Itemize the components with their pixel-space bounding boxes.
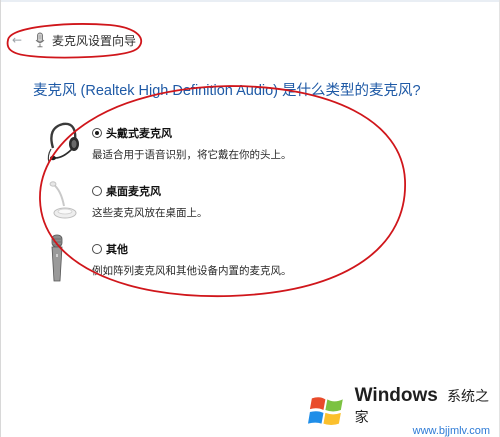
option-label: 其他	[106, 243, 128, 256]
option-headset[interactable]: 头戴式麦克风 最适合用于语音识别，将它戴在你的头上。	[92, 125, 292, 162]
option-description: 这些麦克风放在桌面上。	[92, 207, 208, 219]
microphone-icon	[35, 32, 45, 48]
wizard-title: 麦克风设置向导	[52, 33, 137, 48]
radio-button-headset[interactable]	[92, 128, 102, 138]
radio-button-other[interactable]	[92, 244, 102, 254]
back-button[interactable]: ←	[10, 33, 24, 47]
desktop-mic-icon	[49, 181, 77, 219]
question-heading: 麦克风 (Realtek High Definition Audio) 是什么类…	[33, 83, 421, 99]
wizard-header: ← 麦克风设置向导	[10, 30, 136, 50]
watermark: Windows 系统之家 www.bjjmlv.com	[308, 384, 498, 437]
watermark-brand: Windows	[354, 384, 438, 406]
window-top-edge	[0, 0, 500, 2]
option-description: 最适合用于语音识别，将它戴在你的头上。	[92, 149, 292, 161]
windows-logo-icon	[308, 396, 343, 425]
handheld-mic-icon	[51, 234, 63, 282]
headset-icon	[47, 122, 79, 163]
option-other[interactable]: 其他 例如阵列麦克风和其他设备内置的麦克风。	[92, 241, 292, 278]
window-left-edge	[0, 0, 1, 437]
watermark-url: www.bjjmlv.com	[412, 424, 491, 437]
radio-button-desktop[interactable]	[92, 186, 102, 196]
option-label: 头戴式麦克风	[106, 127, 172, 140]
option-description: 例如阵列麦克风和其他设备内置的麦克风。	[92, 265, 292, 277]
option-label: 桌面麦克风	[106, 185, 161, 198]
option-desktop-mic[interactable]: 桌面麦克风 这些麦克风放在桌面上。	[92, 183, 208, 220]
